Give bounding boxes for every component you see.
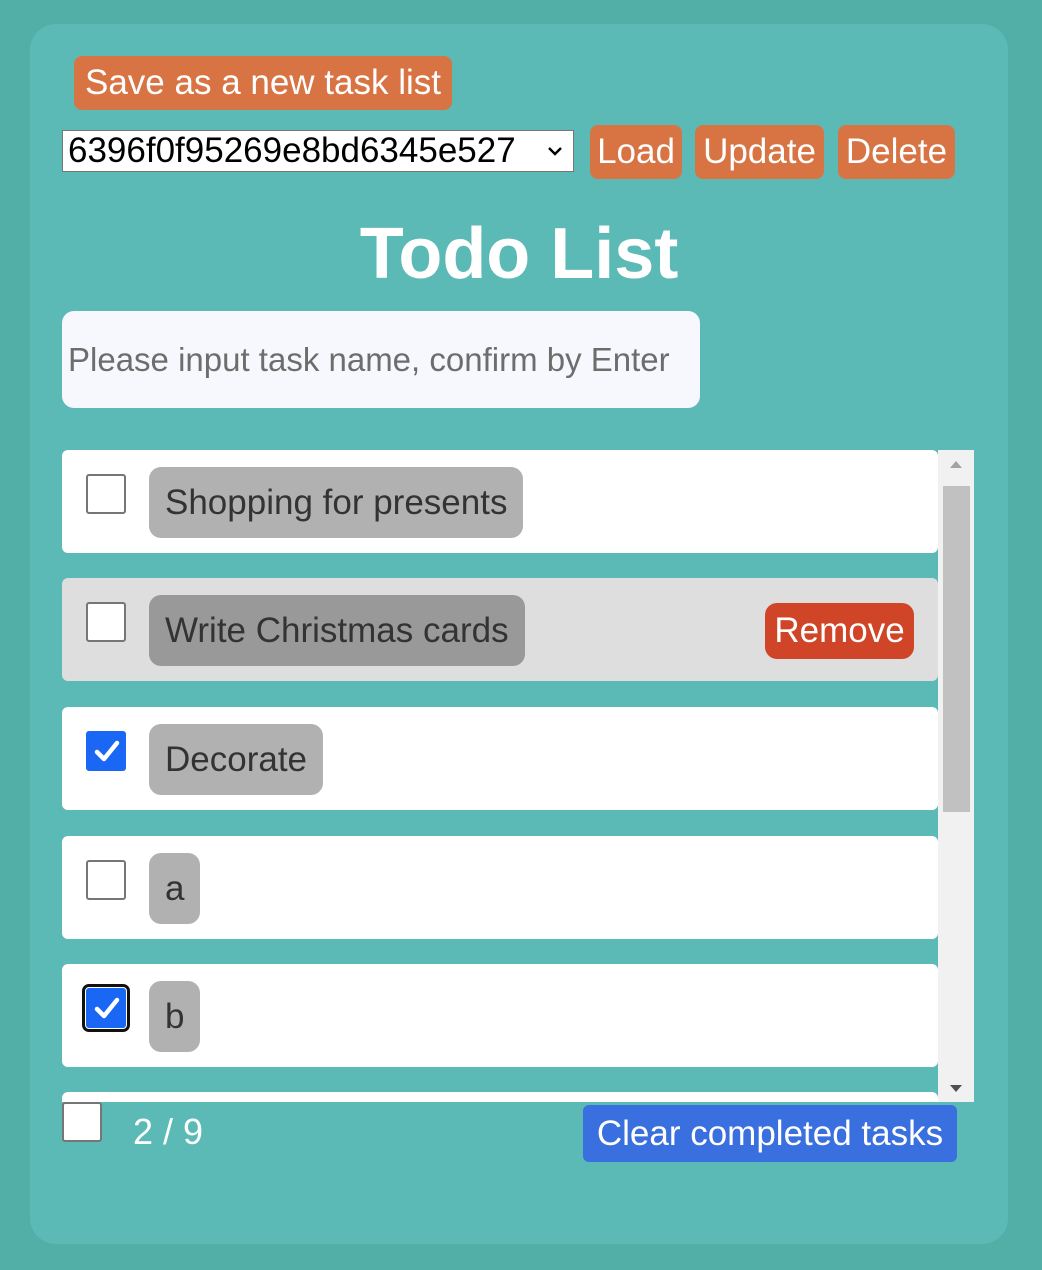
task-item: Write Christmas cards Remove [62,578,938,681]
scroll-up-icon[interactable] [938,456,974,472]
scrollbar-thumb[interactable] [943,486,970,812]
select-all-checkbox[interactable] [62,1102,102,1142]
task-name[interactable]: b [149,981,201,1052]
task-item [62,1092,938,1102]
delete-button[interactable]: Delete [838,125,955,179]
scroll-down-icon[interactable] [938,1080,974,1096]
task-checkbox[interactable] [86,602,126,642]
load-button[interactable]: Load [590,125,682,179]
task-item: a [62,836,938,939]
task-checkbox[interactable] [86,860,126,900]
task-list: Shopping for presents Write Christmas ca… [62,450,974,1102]
checkmark-icon [94,997,120,1019]
checkmark-icon [94,740,120,762]
todo-panel: Save as a new task list 6396f0f95269e8bd… [30,24,1008,1244]
clear-completed-button[interactable]: Clear completed tasks [583,1105,957,1162]
task-item: Shopping for presents [62,450,938,553]
task-item: Decorate [62,707,938,810]
remove-task-button[interactable]: Remove [765,603,914,659]
completed-count: 2 / 9 [133,1111,204,1152]
chevron-down-icon [547,131,563,171]
task-checkbox[interactable] [86,731,126,771]
task-list-select-value: 6396f0f95269e8bd6345e527 [68,131,516,170]
task-name[interactable]: a [149,853,201,924]
task-name[interactable]: Shopping for presents [149,467,524,538]
task-list-select[interactable]: 6396f0f95269e8bd6345e527 [62,130,574,172]
task-name[interactable]: Decorate [149,724,324,795]
task-list-scrollbar[interactable] [938,450,974,1102]
task-item: b [62,964,938,1067]
task-name[interactable]: Write Christmas cards [149,595,525,666]
update-button[interactable]: Update [695,125,824,179]
task-checkbox[interactable] [86,474,126,514]
task-checkbox[interactable] [82,984,130,1032]
save-as-new-list-button[interactable]: Save as a new task list [74,56,452,110]
task-name-input[interactable] [62,311,700,408]
page-title: Todo List [359,214,679,294]
